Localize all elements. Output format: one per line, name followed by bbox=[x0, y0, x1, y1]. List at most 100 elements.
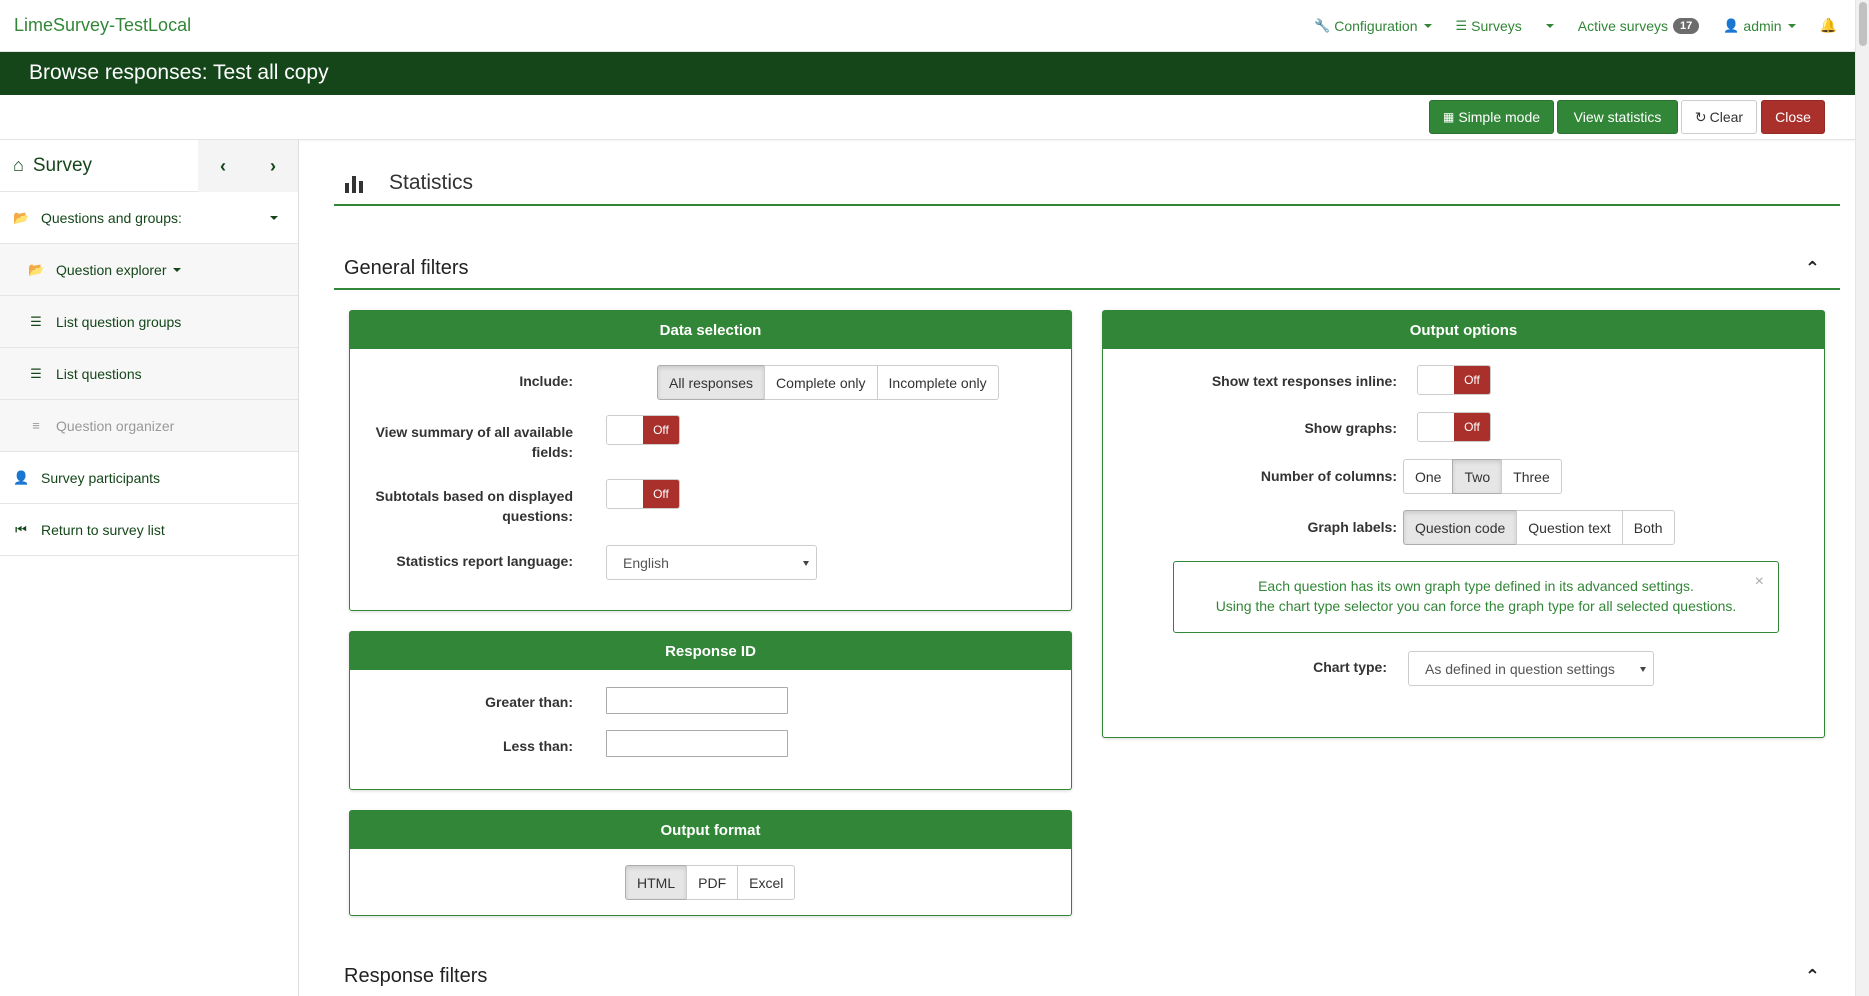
sidebar-item-question-explorer[interactable]: 📂 Question explorer bbox=[0, 244, 298, 296]
view-summary-toggle[interactable]: Off bbox=[606, 415, 680, 445]
brand-link[interactable]: LimeSurvey-TestLocal bbox=[14, 15, 191, 36]
include-button-group: All responses Complete only Incomplete o… bbox=[657, 365, 999, 400]
sidebar-item-label: Question explorer bbox=[56, 261, 167, 278]
toggle-off-label: Off bbox=[1454, 366, 1490, 394]
top-navbar: LimeSurvey-TestLocal 🔧 Configuration ☰ S… bbox=[0, 0, 1855, 52]
user-icon: 👤 bbox=[1723, 17, 1740, 33]
response-id-panel: Response ID Greater than: Less than: bbox=[349, 631, 1072, 790]
sidebar-item-list-questions[interactable]: ☰ List questions bbox=[0, 348, 298, 400]
statistics-title: Statistics bbox=[389, 171, 474, 194]
list-icon: ☰ bbox=[30, 365, 42, 381]
output-format-panel: Output format HTML PDF Excel bbox=[349, 810, 1072, 916]
graph-labels-question-text-button[interactable]: Question text bbox=[1516, 510, 1623, 545]
close-label: Close bbox=[1775, 109, 1811, 125]
include-all-responses-button[interactable]: All responses bbox=[657, 365, 766, 400]
chevron-down-icon bbox=[270, 216, 278, 220]
select-arrow-icon bbox=[1640, 667, 1646, 672]
chevron-up-icon[interactable]: ⌃ bbox=[1805, 966, 1820, 987]
greater-than-input[interactable] bbox=[606, 687, 788, 714]
toggle-handle bbox=[1418, 366, 1454, 394]
view-statistics-label: View statistics bbox=[1573, 109, 1662, 125]
toggle-off-label: Off bbox=[1454, 413, 1490, 441]
text-inline-label: Show text responses inline: bbox=[1211, 373, 1397, 389]
clear-button[interactable]: ↻ Clear bbox=[1681, 100, 1757, 134]
graph-type-info-alert: Each question has its own graph type def… bbox=[1173, 561, 1779, 633]
sidebar-title[interactable]: Survey bbox=[33, 155, 92, 177]
step-backward-icon: ⏮ bbox=[15, 521, 27, 537]
action-toolbar: ▦ Simple mode View statistics ↻ Clear Cl… bbox=[0, 95, 1855, 140]
report-language-select[interactable]: English bbox=[606, 545, 817, 580]
report-language-value: English bbox=[623, 554, 669, 571]
simple-mode-label: Simple mode bbox=[1458, 109, 1541, 125]
list-icon: ☰ bbox=[1455, 17, 1468, 33]
columns-one-button[interactable]: One bbox=[1403, 459, 1454, 494]
user-label: admin bbox=[1743, 17, 1782, 34]
data-selection-panel: Data selection Include: All responses Co… bbox=[349, 310, 1072, 611]
output-format-excel-button[interactable]: Excel bbox=[737, 865, 796, 900]
home-icon: ⌂ bbox=[13, 155, 24, 175]
general-filters-title: General filters bbox=[344, 257, 469, 279]
subtotals-toggle[interactable]: Off bbox=[606, 479, 680, 509]
output-format-pdf-button[interactable]: PDF bbox=[686, 865, 739, 900]
folder-open-icon: 📂 bbox=[13, 209, 30, 225]
page-scrollbar[interactable] bbox=[1855, 0, 1869, 996]
sidebar-nav-arrows: ‹ › bbox=[198, 140, 298, 192]
chart-type-value: As defined in question settings bbox=[1425, 660, 1615, 677]
show-graphs-toggle[interactable]: Off bbox=[1417, 412, 1491, 442]
sidebar-item-label: List question groups bbox=[56, 313, 182, 330]
chevron-up-icon[interactable]: ⌃ bbox=[1805, 258, 1820, 279]
bell-icon[interactable]: 🔔 bbox=[1820, 17, 1837, 34]
alert-line-1: Each question has its own graph type def… bbox=[1258, 578, 1694, 594]
response-id-title: Response ID bbox=[350, 632, 1071, 670]
active-surveys-label: Active surveys bbox=[1577, 17, 1668, 34]
chevron-left-icon[interactable]: ‹ bbox=[220, 156, 226, 177]
toggle-off-label: Off bbox=[643, 480, 679, 508]
main-content: Statistics General filters ⌃ Data select… bbox=[300, 140, 1855, 996]
sidebar: ⌂ Survey ‹ › 📂 Questions and groups: 📂 Q… bbox=[0, 140, 299, 996]
chart-type-select[interactable]: As defined in question settings bbox=[1408, 651, 1654, 686]
scrollbar-thumb[interactable] bbox=[1859, 2, 1867, 46]
less-than-input[interactable] bbox=[606, 730, 788, 757]
output-options-panel: Output options Show text responses inlin… bbox=[1102, 310, 1825, 738]
sidebar-item-return-to-survey-list[interactable]: ⏮ Return to survey list bbox=[0, 504, 298, 556]
view-summary-label: View summary of all available fields: bbox=[375, 424, 573, 460]
close-button[interactable]: Close bbox=[1761, 100, 1825, 134]
chevron-right-icon[interactable]: › bbox=[270, 156, 276, 177]
configuration-menu[interactable]: 🔧 Configuration bbox=[1314, 17, 1432, 34]
sidebar-item-label: Question organizer bbox=[56, 417, 175, 434]
surveys-menu[interactable]: ☰ Surveys bbox=[1456, 18, 1522, 34]
columns-two-button[interactable]: Two bbox=[1452, 459, 1503, 494]
include-incomplete-only-button[interactable]: Incomplete only bbox=[876, 365, 999, 400]
response-filters-header[interactable]: Response filters ⌃ bbox=[334, 960, 1840, 996]
show-graphs-label: Show graphs: bbox=[1304, 420, 1397, 436]
number-of-columns-label: Number of columns: bbox=[1260, 468, 1397, 484]
view-statistics-button[interactable]: View statistics bbox=[1557, 100, 1678, 134]
chevron-down-icon bbox=[1787, 23, 1796, 28]
graph-labels-button-group: Question code Question text Both bbox=[1403, 510, 1675, 545]
select-arrow-icon bbox=[803, 561, 809, 566]
include-complete-only-button[interactable]: Complete only bbox=[764, 365, 878, 400]
sidebar-item-survey-participants[interactable]: 👤 Survey participants bbox=[0, 452, 298, 504]
sidebar-item-list-question-groups[interactable]: ☰ List question groups bbox=[0, 296, 298, 348]
close-icon[interactable]: × bbox=[1755, 572, 1764, 592]
surveys-dropdown-toggle[interactable] bbox=[1540, 23, 1554, 28]
folder-open-icon: 📂 bbox=[28, 261, 45, 277]
chevron-down-icon bbox=[1545, 23, 1554, 28]
text-inline-toggle[interactable]: Off bbox=[1417, 365, 1491, 395]
include-label: Include: bbox=[519, 373, 573, 389]
user-menu[interactable]: 👤 admin bbox=[1723, 17, 1796, 34]
output-format-html-button[interactable]: HTML bbox=[625, 865, 688, 900]
wrench-icon: 🔧 bbox=[1314, 17, 1331, 33]
page-title: Browse responses: Test all copy bbox=[29, 61, 329, 84]
toggle-off-label: Off bbox=[643, 416, 679, 444]
graph-labels-label: Graph labels: bbox=[1307, 519, 1397, 535]
simple-mode-button[interactable]: ▦ Simple mode bbox=[1429, 100, 1554, 134]
columns-three-button[interactable]: Three bbox=[1501, 459, 1562, 494]
list-icon: ☰ bbox=[30, 313, 42, 329]
sidebar-header: ⌂ Survey ‹ › bbox=[0, 140, 298, 192]
graph-labels-both-button[interactable]: Both bbox=[1621, 510, 1675, 545]
general-filters-header[interactable]: General filters ⌃ bbox=[334, 252, 1840, 290]
active-surveys-link[interactable]: Active surveys 17 bbox=[1577, 17, 1700, 34]
graph-labels-question-code-button[interactable]: Question code bbox=[1403, 510, 1518, 545]
sidebar-item-questions-and-groups[interactable]: 📂 Questions and groups: bbox=[0, 192, 298, 244]
